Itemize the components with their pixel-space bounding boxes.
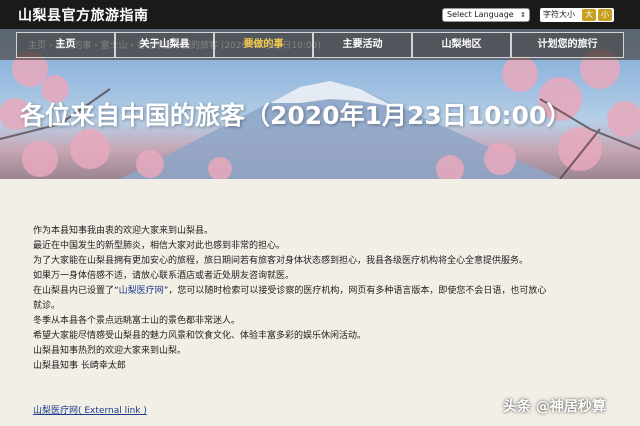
watermark: 头条 @神居秒算 xyxy=(503,399,606,415)
site-title[interactable]: 山梨县官方旅游指南 xyxy=(18,5,149,25)
content-line: 如果万一身体倍感不适，请放心联系酒店或者近处朋友咨询就医。 xyxy=(33,271,295,281)
content-line: 希望大家能尽情感受山梨县的魅力风景和饮食文化、体验丰富多彩的娱乐休闲活动。 xyxy=(33,331,367,341)
nav-item-things-to-do[interactable]: 要做的事 xyxy=(214,32,313,58)
nav-item-areas[interactable]: 山梨地区 xyxy=(412,32,511,58)
content-line: 作为本县知事我由衷的欢迎大家来到山梨县。 xyxy=(33,226,214,236)
content-line: 就诊。 xyxy=(33,301,61,311)
font-size-control: 字符大小 大 小 xyxy=(540,8,614,22)
nav-item-home[interactable]: 主页 xyxy=(16,32,115,58)
external-medical-link[interactable]: 山梨医疗网( External link ) xyxy=(33,403,147,416)
nav-item-events[interactable]: 主要活动 xyxy=(313,32,412,58)
font-size-label: 字符大小 xyxy=(543,10,575,19)
content-line-medical: 在山梨县内已设置了“山梨医疗网”，您可以随时检索可以接受诊察的医疗机构，网页有多… xyxy=(33,283,546,296)
medical-network-link[interactable]: 山梨医疗网 xyxy=(119,286,164,296)
content-line: 为了大家能在山梨县拥有更加安心的旅程，旅日期间若有旅客对身体状态感到担心，我县各… xyxy=(33,256,529,266)
chevron-updown-icon: ⇕ xyxy=(520,11,526,19)
language-select-label: Select Language xyxy=(447,10,514,19)
main-content xyxy=(0,179,640,426)
font-large-button[interactable]: 大 xyxy=(582,9,596,21)
main-nav: 主页 › 要做的事 › 富士山 › 各位来自中国的旅客 (2020年1月23日1… xyxy=(0,29,640,60)
medical-text-before: 在山梨县内已设置了“ xyxy=(33,286,119,296)
language-select[interactable]: Select Language ⇕ xyxy=(442,8,530,22)
nav-item-plan-trip[interactable]: 计划您的旅行 xyxy=(511,32,624,58)
font-small-button[interactable]: 小 xyxy=(598,9,612,21)
page-title: 各位来自中国的旅客（2020年1月23日10:00） xyxy=(20,101,572,130)
medical-text-after: ”，您可以随时检索可以接受诊察的医疗机构，网页有多种语言版本，即使您不会日语，也… xyxy=(163,286,547,296)
nav-item-about[interactable]: 关于山梨县 xyxy=(115,32,214,58)
signature-line: 山梨县知事 长崎幸太郎 xyxy=(33,361,126,371)
content-line: 最近在中国发生的新型肺炎，相信大家对此也感到非常的担心。 xyxy=(33,241,286,251)
content-line: 山梨县知事热烈的欢迎大家来到山梨。 xyxy=(33,346,187,356)
content-line: 冬季从本县各个景点远眺富士山的景色都非常迷人。 xyxy=(33,316,241,326)
top-bar: 山梨县官方旅游指南 Select Language ⇕ 字符大小 大 小 xyxy=(0,0,640,29)
